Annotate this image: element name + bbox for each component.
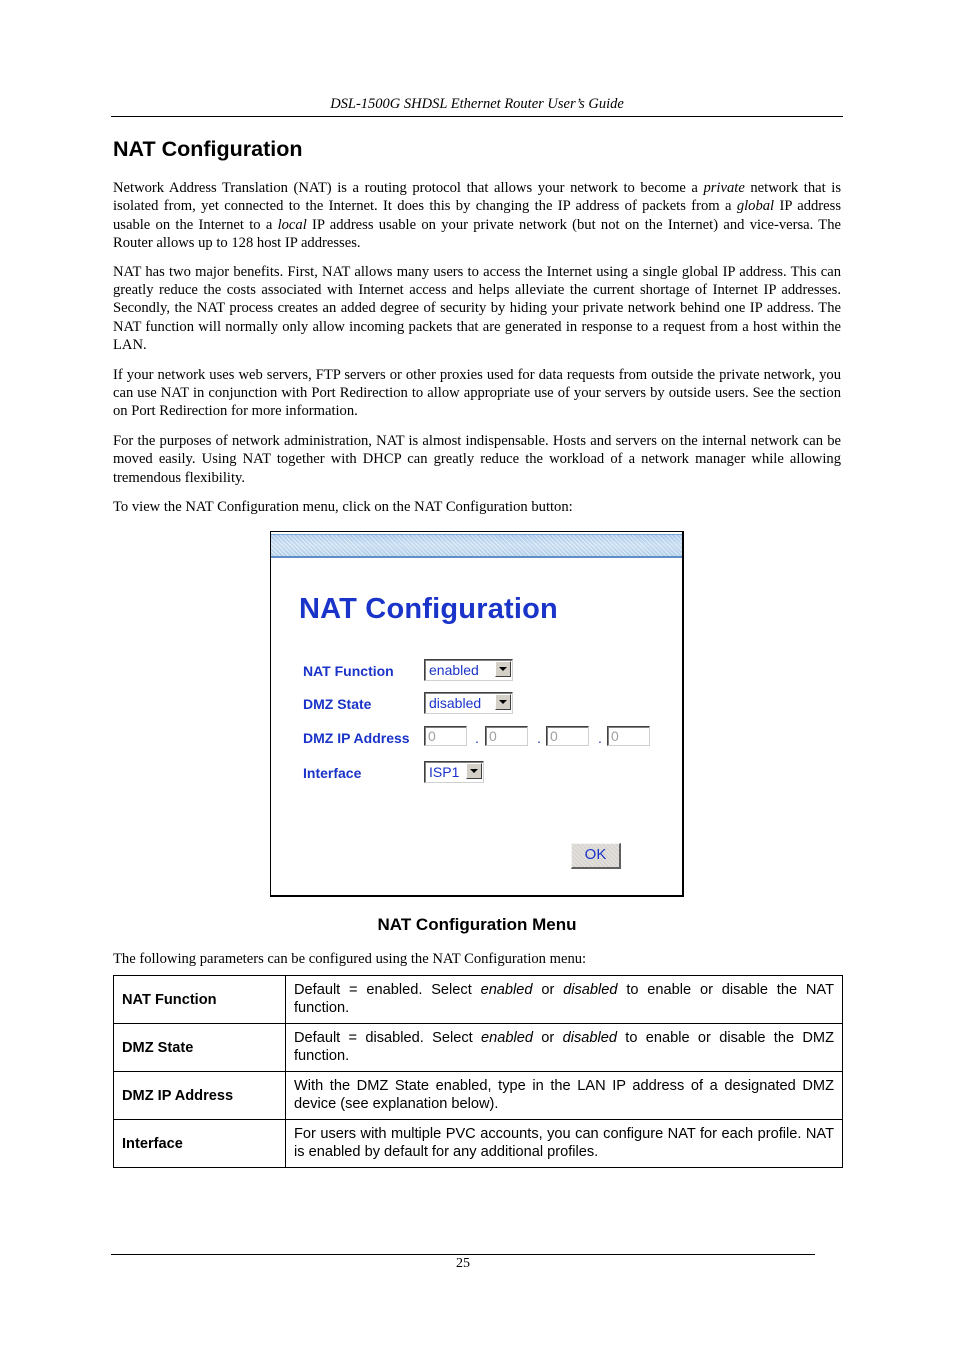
dmz-ip-octet-1-input[interactable]: 0 [424,726,467,746]
dmz-state-value: disabled [429,695,482,711]
parameters-table: NAT Function Default = enabled. Select e… [113,975,843,1168]
emphasis-text: global [736,198,775,215]
dmz-ip-octet-2-input[interactable]: 0 [485,726,528,746]
interface-label: Interface [303,765,362,781]
row-dmz-ip-address: DMZ IP Address 0 . 0 . 0 . 0 [303,726,663,750]
dmz-state-label: DMZ State [303,696,372,712]
table-row: NAT Function Default = enabled. Select e… [113,975,843,1024]
emphasis-text: enabled [481,1030,533,1046]
parameter-description: Default = disabled. Select enabled or di… [285,1023,843,1072]
paragraph-intro: Network Address Translation (NAT) is a r… [113,180,842,251]
chevron-down-icon[interactable] [495,661,511,677]
paragraph-benefits: NAT has two major benefits. First, NAT a… [113,263,841,353]
emphasis-text: disabled [563,982,618,998]
ok-button[interactable]: OK [571,843,621,869]
parameter-description: With the DMZ State enabled, type in the … [285,1071,843,1120]
parameter-name: DMZ State [113,1023,286,1072]
parameter-description: For users with multiple PVC accounts, yo… [285,1119,843,1168]
parameter-name: NAT Function [113,975,286,1024]
ui-title: NAT Configuration [299,593,558,625]
ip-separator: . [537,730,541,746]
banner-bar [271,534,682,558]
ip-separator: . [598,730,602,746]
table-row: DMZ State Default = disabled. Select ena… [113,1023,843,1072]
page-number: 25 [456,1256,470,1271]
dmz-ip-address-label: DMZ IP Address [303,730,410,746]
ip-separator: . [475,730,479,746]
figure-caption: NAT Configuration Menu [377,915,577,934]
parameter-name: DMZ IP Address [113,1071,286,1120]
paragraph-administration: For the purposes of network administrati… [113,433,841,486]
chevron-down-icon[interactable] [466,763,482,779]
running-header: DSL-1500G SHDSL Ethernet Router User’s G… [330,96,624,112]
parameter-name: Interface [113,1119,286,1168]
emphasis-text: disabled [562,1030,617,1046]
nat-function-select[interactable]: enabled [424,659,513,681]
nat-configuration-screenshot: NAT Configuration NAT Function enabled D… [270,531,684,897]
emphasis-text: enabled [480,982,533,998]
section-title: NAT Configuration [113,137,303,161]
dmz-state-select[interactable]: disabled [424,692,513,714]
nat-function-label: NAT Function [303,663,394,679]
interface-select[interactable]: ISP1 [424,761,484,783]
emphasis-text: private [703,180,745,196]
dmz-ip-octet-4-input[interactable]: 0 [607,726,650,746]
header-rule [111,116,843,117]
table-row: DMZ IP Address With the DMZ State enable… [113,1071,843,1120]
nat-function-value: enabled [429,662,479,678]
table-row: Interface For users with multiple PVC ac… [113,1119,843,1168]
table-intro: The following parameters can be configur… [113,951,587,967]
emphasis-text: local [277,216,307,233]
body-text: Network Address Translation (NAT) is a r… [113,179,841,528]
parameter-description: Default = enabled. Select enabled or dis… [285,975,843,1024]
paragraph-port-redirection: If your network uses web servers, FTP se… [113,366,841,420]
dmz-ip-octet-3-input[interactable]: 0 [546,726,589,746]
paragraph-instruction: To view the NAT Configuration menu, clic… [113,499,573,516]
chevron-down-icon[interactable] [495,694,511,710]
interface-value: ISP1 [429,764,460,780]
